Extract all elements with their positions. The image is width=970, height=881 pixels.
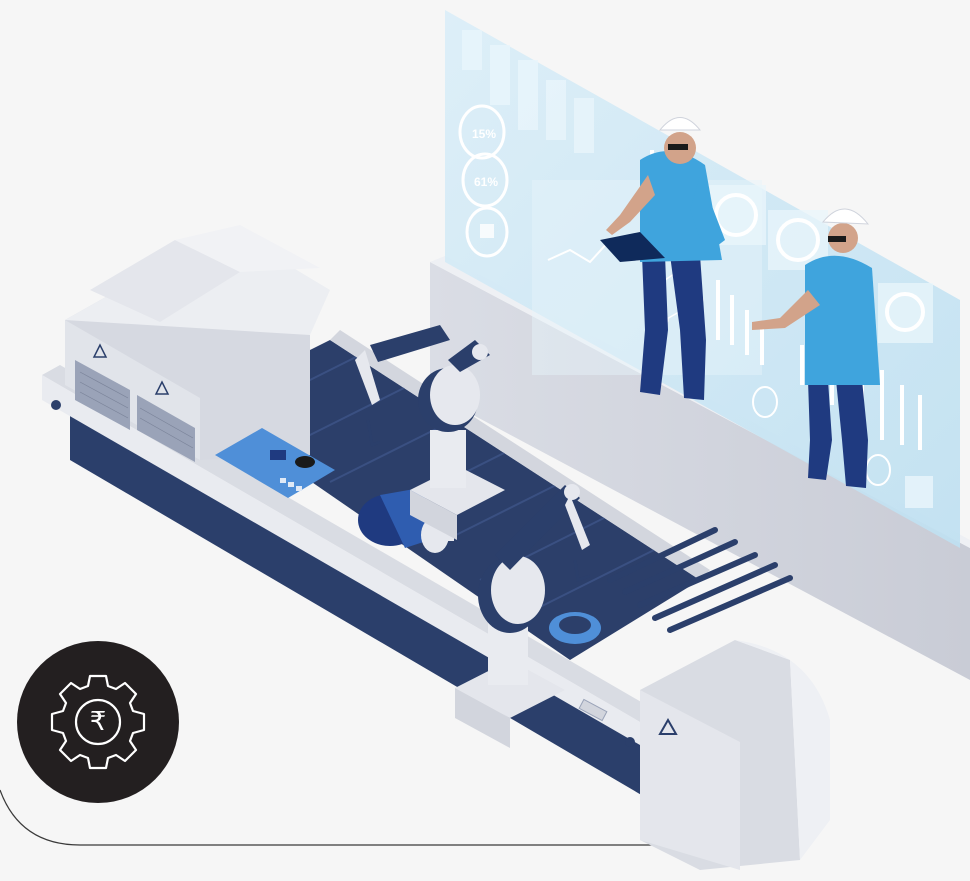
factory-illustration: 15% 61% ₹ bbox=[0, 0, 970, 881]
bearing-ring bbox=[549, 612, 601, 644]
gear-rupee-badge: ₹ bbox=[17, 641, 179, 803]
rupee-symbol: ₹ bbox=[89, 707, 107, 737]
gauge-value-2: 61% bbox=[474, 175, 498, 189]
gauge-value-1: 15% bbox=[472, 127, 496, 141]
